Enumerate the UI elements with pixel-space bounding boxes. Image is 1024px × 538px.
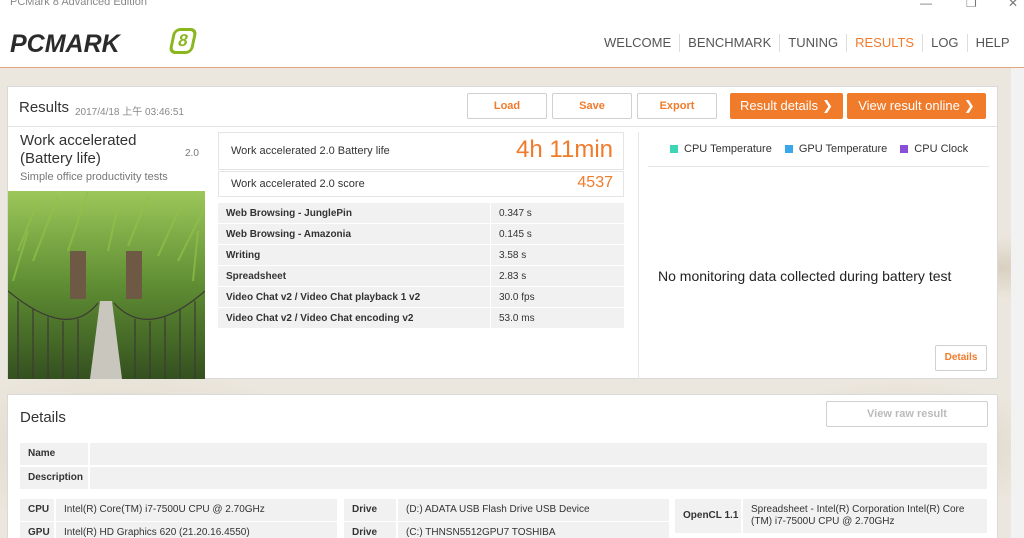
view-online-button[interactable]: View result online ❯ [847,93,986,119]
battery-life-box: Work accelerated 2.0 Battery life 4h 11m… [218,132,624,170]
opencl-label: OpenCL 1.1 [675,499,741,533]
subscore-name: Web Browsing - JunglePin [218,203,491,223]
minimize-icon[interactable]: — [920,0,932,10]
drive-row: Drive (C:) THNSN5512GPU7 TOSHIBA [344,522,669,538]
gpu-value: Intel(R) HD Graphics 620 (21.20.16.4550) [56,522,337,538]
nav-welcome[interactable]: WELCOME [596,34,681,52]
chevron-right-icon: ❯ [963,98,975,113]
details-title: Details [20,409,66,426]
legend-item[interactable]: GPU Temperature [784,143,888,155]
subscore-value: 2.83 s [499,271,527,282]
cpu-value: Intel(R) Core(TM) i7-7500U CPU @ 2.70GHz [56,499,337,521]
restore-icon[interactable]: ❐ [966,0,977,10]
logo-badge: 8 [168,28,198,54]
test-image [8,191,205,379]
score-label: Work accelerated 2.0 score [231,178,365,190]
subscore-value: 30.0 fps [499,292,535,303]
table-row: Writing 3.58 s [218,245,624,266]
results-header: Results 2017/4/18 上午 03:46:51 Load Save … [8,87,997,127]
pcmark-logo: PCMARK [10,30,120,58]
result-details-button[interactable]: Result details ❯ [730,93,843,119]
subscore-name: Spreadsheet [218,266,491,286]
table-row: Spreadsheet 2.83 s [218,266,624,287]
table-row: Web Browsing - JunglePin 0.347 s [218,203,624,224]
opencl-row: OpenCL 1.1 Spreadsheet - Intel(R) Corpor… [675,499,987,533]
name-value [90,443,987,465]
bridge-illustration [8,191,205,379]
score-value: 4537 [577,174,613,191]
subscore-name: Video Chat v2 / Video Chat encoding v2 [218,308,491,328]
nav-tuning[interactable]: TUNING [780,34,848,52]
name-label: Name [20,443,88,465]
name-row: Name [20,443,987,465]
test-version: 2.0 [185,148,199,159]
nav-results[interactable]: RESULTS [847,34,924,52]
results-panel: Results 2017/4/18 上午 03:46:51 Load Save … [7,86,998,380]
save-button[interactable]: Save [552,93,632,119]
window-title: PCMark 8 Advanced Edition [10,0,147,8]
drive-label: Drive [344,499,396,521]
legend-item[interactable]: CPU Temperature [670,143,772,155]
subscore-value: 0.145 s [499,229,532,240]
drive-row: Drive (D:) ADATA USB Flash Drive USB Dev… [344,499,669,521]
title-bar: PCMark 8 Advanced Edition — ❐ ✕ [0,0,1024,12]
subscore-value: 0.347 s [499,208,532,219]
drive-label: Drive [344,522,396,538]
gpu-label: GPU [20,522,54,538]
legend-label: CPU Temperature [684,143,772,155]
gpu-row: GPU Intel(R) HD Graphics 620 (21.20.16.4… [20,522,337,538]
opencl-value: Spreadsheet - Intel(R) Corporation Intel… [743,499,987,533]
test-subtitle: Simple office productivity tests [20,171,168,183]
cpu-label: CPU [20,499,54,521]
subscore-name: Web Browsing - Amazonia [218,224,491,244]
test-info: Work accelerated (Battery life) 2.0 Simp… [20,132,206,183]
monitoring-details-button[interactable]: Details [935,345,987,371]
cpu-temperature-swatch [670,145,678,153]
description-value [90,467,987,489]
drive-value: (C:) THNSN5512GPU7 TOSHIBA [398,522,669,538]
nav-log[interactable]: LOG [923,34,968,52]
drive-value: (D:) ADATA USB Flash Drive USB Device [398,499,669,521]
cpu-row: CPU Intel(R) Core(TM) i7-7500U CPU @ 2.7… [20,499,337,521]
view-online-label: View result online [858,98,960,113]
nav-benchmark[interactable]: BENCHMARK [680,34,781,52]
monitoring-legend: CPU Temperature GPU Temperature CPU Cloc… [670,143,981,155]
table-row: Web Browsing - Amazonia 0.145 s [218,224,624,245]
score-box: Work accelerated 2.0 score 4537 [218,171,624,197]
cpu-clock-swatch [900,145,909,153]
close-icon[interactable]: ✕ [1008,0,1018,10]
scrollbar[interactable] [1011,68,1024,538]
results-date: 2017/4/18 上午 03:46:51 [75,107,184,118]
table-row: Video Chat v2 / Video Chat encoding v2 5… [218,308,624,329]
description-row: Description [20,467,987,489]
battery-life-value: 4h 11min [516,136,613,163]
load-button[interactable]: Load [467,93,547,119]
export-button[interactable]: Export [637,93,717,119]
subscores-table: Web Browsing - JunglePin 0.347 s Web Bro… [218,203,624,329]
legend-label: CPU Clock [914,143,969,155]
column-divider [638,132,639,380]
main-nav: WELCOME BENCHMARK TUNING RESULTS LOG HEL… [596,34,1018,52]
gpu-temperature-swatch [784,145,793,153]
subscore-name: Video Chat v2 / Video Chat playback 1 v2 [218,287,491,307]
table-row: Video Chat v2 / Video Chat playback 1 v2… [218,287,624,308]
battery-life-label: Work accelerated 2.0 Battery life [231,145,390,157]
details-panel: Details View raw result Name Description… [7,394,998,538]
nav-help[interactable]: HELP [968,34,1018,52]
subscore-name: Writing [218,245,491,265]
test-name-line1: Work accelerated [20,132,137,149]
subscore-value: 3.58 s [499,250,527,261]
chevron-right-icon: ❯ [822,98,833,113]
view-raw-result-button[interactable]: View raw result [826,401,988,427]
app-header: PCMARK 8 WELCOME BENCHMARK TUNING RESULT… [0,12,1024,68]
legend-item[interactable]: CPU Clock [900,143,968,155]
description-label: Description [20,467,88,489]
legend-divider [648,166,989,167]
result-details-label: Result details [740,98,819,113]
results-title: Results [19,99,70,116]
test-name-line2: (Battery life) [20,150,101,167]
legend-label: GPU Temperature [798,143,888,155]
no-monitoring-message: No monitoring data collected during batt… [658,268,952,284]
subscore-value: 53.0 ms [499,313,535,324]
